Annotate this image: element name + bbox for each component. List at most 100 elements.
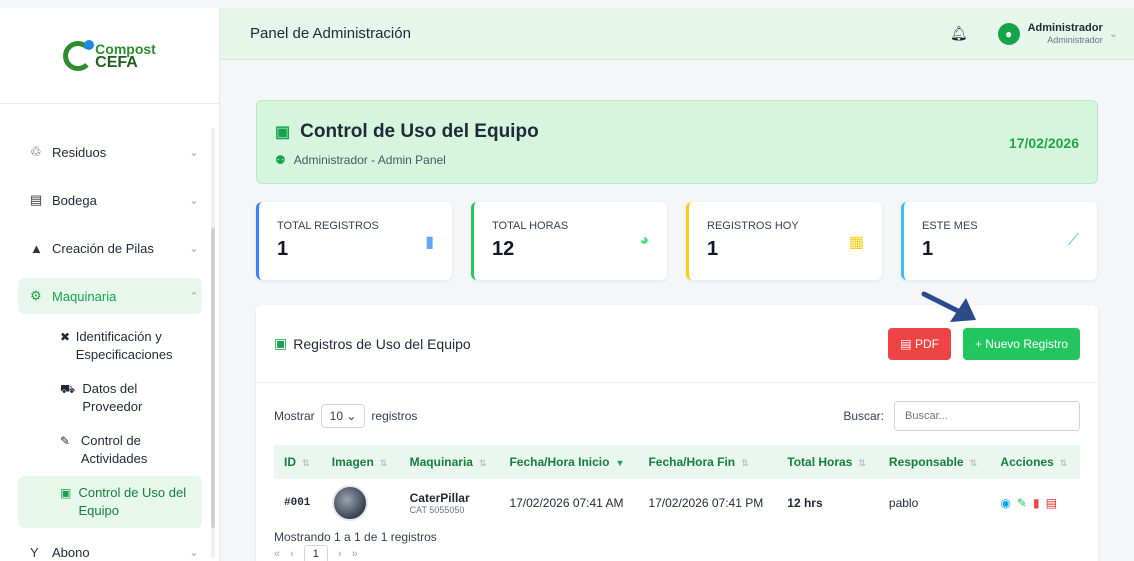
sidebar-item-bodega[interactable]: ▤ Bodega ⌄	[18, 176, 202, 224]
page-subtitle: Administrador - Admin Panel	[293, 153, 446, 167]
chevron-down-icon: ⌄	[189, 546, 199, 559]
pdf-button-label: PDF	[914, 336, 939, 351]
sidebar-item-residuos[interactable]: ♲ Residuos ⌄	[18, 128, 202, 176]
records-title: Registros de Uso del Equipo	[293, 335, 471, 352]
page-length-select[interactable]: 10 ⌄	[320, 404, 366, 428]
user-name: Administrador	[1027, 21, 1103, 34]
column-header-imagen[interactable]: Imagen ⇅	[322, 445, 400, 479]
records-card: ▣ Registros de Uso del Equipo ▤ PDF + Nu…	[256, 305, 1098, 561]
clipboard-check-icon: ▣	[275, 124, 291, 141]
next-page-icon[interactable]: ›	[338, 548, 342, 560]
sidebar-item-label: Bodega	[52, 192, 97, 208]
last-page-icon[interactable]: »	[352, 548, 358, 560]
sidebar-item-label: Creación de Pilas	[52, 240, 154, 256]
show-label: Mostrar	[274, 409, 315, 423]
records-label: registros	[371, 409, 418, 423]
user-menu[interactable]: Administrador Administrador	[1028, 22, 1103, 46]
sidebar-item-pilas[interactable]: ▲ Creación de Pilas ⌄	[18, 224, 202, 272]
user-avatar-icon[interactable]: ●	[997, 22, 1020, 45]
warehouse-icon: ▤	[30, 192, 43, 207]
cell-model: CAT 5055050	[409, 505, 465, 515]
chevron-down-icon[interactable]: ⌄	[1109, 27, 1118, 40]
search-input[interactable]	[894, 401, 1080, 431]
sidebar-item-maquinaria[interactable]: ⚙ Maquinaria ⌃	[18, 278, 202, 314]
page-number-button[interactable]: 1	[303, 545, 328, 561]
cell-hours: 12 hrs	[787, 496, 823, 510]
first-page-icon[interactable]: «	[274, 548, 280, 560]
chevron-up-icon: ⌃	[189, 290, 199, 303]
table-row: #001 CaterPillar CAT 5055050 17/02/2026 …	[274, 479, 1080, 527]
brand-line2: CEFA	[95, 53, 138, 71]
stat-label: TOTAL HORAS	[492, 220, 569, 232]
sidebar-scroll-thumb[interactable]	[211, 228, 215, 528]
sidebar-item-abono[interactable]: Y Abono ⌄	[18, 528, 202, 561]
brand-logo[interactable]: Compost CEFA	[0, 8, 219, 104]
column-header-maquinaria[interactable]: Maquinaria ⇅	[400, 445, 500, 479]
cell-end: 17/02/2026 07:41 PM	[648, 496, 764, 510]
user-gear-icon: ⚉	[275, 153, 286, 167]
stat-card-total-horas: TOTAL HORAS 12 ◕	[471, 202, 667, 280]
column-header-responsable[interactable]: Responsable ⇅	[879, 445, 991, 479]
stat-value: 1	[922, 238, 934, 260]
page-date: 17/02/2026	[1008, 135, 1079, 151]
cell-start: 17/02/2026 07:41 AM	[509, 496, 624, 510]
chart-line-icon: ⟋	[1067, 232, 1079, 249]
file-pdf-icon[interactable]: ▤	[1046, 496, 1057, 510]
sidebar-subitem-proveedor[interactable]: ⛟ Datos del Proveedor	[18, 372, 202, 424]
cell-machine: CaterPillar	[409, 491, 470, 505]
column-header-fin[interactable]: Fecha/Hora Fin ⇅	[638, 445, 777, 479]
machine-thumbnail[interactable]	[331, 485, 368, 521]
sidebar-subitem-control-uso[interactable]: ▣ Control de Uso del Equipo	[18, 476, 202, 528]
stat-label: TOTAL REGISTROS	[277, 220, 379, 232]
bell-icon[interactable]: 🔔︎	[950, 25, 968, 42]
sidebar-subitem-label: Control de Actividades	[80, 433, 148, 466]
file-pdf-icon: ▤	[900, 336, 915, 351]
truck-icon: ⛟	[60, 382, 76, 396]
new-record-button[interactable]: + Nuevo Registro	[962, 327, 1080, 360]
clipboard-check-icon: ▣	[274, 335, 288, 351]
search-label: Buscar:	[843, 409, 884, 423]
recycle-icon: ♲	[30, 144, 42, 159]
annotation-arrow-icon	[921, 291, 976, 322]
cell-responsible: pablo	[888, 496, 919, 510]
column-header-acciones[interactable]: Acciones ⇅	[990, 445, 1080, 479]
sidebar-subitem-identificacion[interactable]: ✖ Identificación y Especificaciones	[18, 320, 202, 372]
stat-value: 12	[492, 238, 515, 260]
page-length-value: 10	[329, 409, 344, 423]
stat-card-este-mes: ESTE MES 1 ⟋	[901, 202, 1097, 280]
triangle-icon: ▲	[30, 240, 43, 256]
sidebar: Compost CEFA ♲ Residuos ⌄ ▤ Bodega ⌄ ▲ C…	[0, 8, 220, 561]
user-role: Administrador	[1047, 34, 1103, 45]
clipboard-icon: ▮	[425, 234, 434, 251]
cell-id: #001	[284, 497, 311, 509]
sidebar-item-label: Residuos	[52, 144, 107, 160]
compost-logo-icon	[63, 39, 95, 71]
stat-card-total-registros: TOTAL REGISTROS 1 ▮	[256, 202, 452, 280]
column-header-inicio[interactable]: Fecha/Hora Inicio ▼	[499, 445, 638, 479]
clipboard-check-icon: ▣	[60, 486, 72, 500]
wrench-icon: ✎	[60, 434, 71, 448]
table-info: Mostrando 1 a 1 de 1 registros	[274, 530, 437, 544]
sidebar-subitem-label: Control de Uso del Equipo	[78, 485, 187, 518]
view-icon[interactable]: ◉	[1000, 496, 1010, 510]
sidebar-item-label: Abono	[52, 544, 90, 560]
pagination: « ‹ 1 › »	[274, 545, 358, 561]
column-header-id[interactable]: ID ⇅	[274, 445, 322, 479]
seedling-icon: Y	[30, 544, 39, 560]
pdf-button[interactable]: ▤ PDF	[888, 327, 951, 360]
chevron-down-icon: ⌄	[189, 194, 199, 207]
calendar-icon: ▦	[848, 234, 864, 251]
clock-icon: ◕	[639, 232, 649, 249]
sidebar-subitem-actividades[interactable]: ✎ Control de Actividades	[18, 424, 202, 476]
prev-page-icon[interactable]: ‹	[290, 548, 294, 560]
gears-icon: ⚙	[30, 288, 42, 303]
stat-value: 1	[707, 238, 719, 260]
column-header-horas[interactable]: Total Horas ⇅	[777, 445, 879, 479]
tools-icon: ✖	[60, 330, 71, 344]
edit-icon[interactable]: ✎	[1017, 496, 1027, 510]
chevron-down-icon: ⌄	[189, 242, 199, 255]
stat-label: ESTE MES	[922, 220, 978, 232]
chevron-down-icon: ⌄	[189, 146, 199, 159]
delete-icon[interactable]: ▮	[1033, 496, 1040, 510]
page-title: Control de Uso del Equipo	[300, 121, 539, 142]
